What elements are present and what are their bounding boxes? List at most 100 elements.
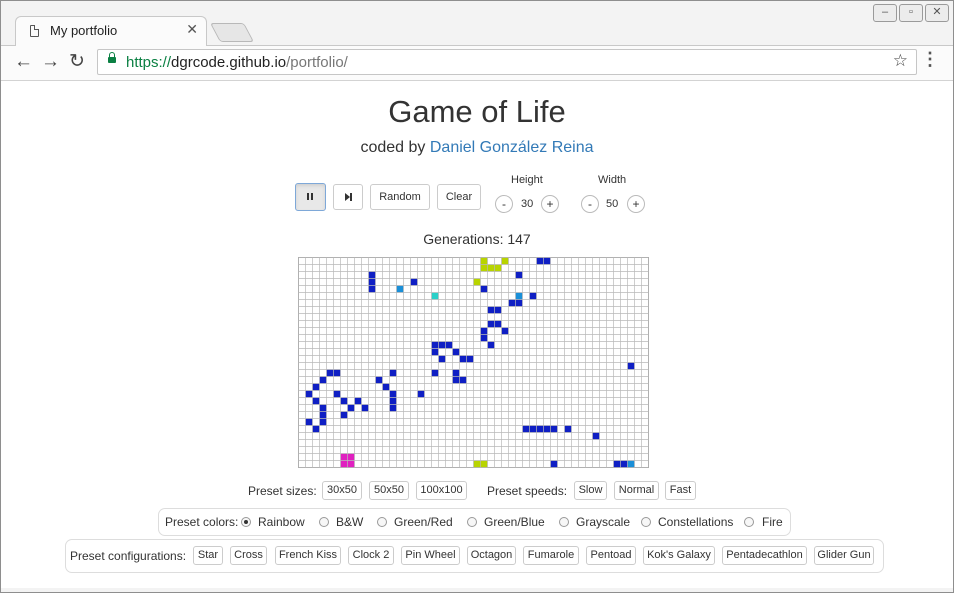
live-cell[interactable] (480, 257, 488, 265)
forward-icon[interactable]: → (41, 51, 60, 73)
new-tab-button[interactable] (209, 23, 255, 42)
color-option-label[interactable]: Green/Red (394, 515, 453, 529)
live-cell[interactable] (466, 355, 474, 363)
browser-tab[interactable]: My portfolio ✕ (15, 16, 207, 46)
live-cell[interactable] (431, 341, 439, 349)
live-cell[interactable] (487, 320, 495, 328)
live-cell[interactable] (389, 369, 397, 377)
live-cell[interactable] (340, 397, 348, 405)
minimize-icon[interactable]: – (873, 4, 897, 22)
color-option-label[interactable]: Constellations (658, 515, 733, 529)
live-cell[interactable] (312, 383, 320, 391)
preset-config-button[interactable]: Cross (230, 546, 267, 565)
live-cell[interactable] (431, 292, 439, 300)
live-cell[interactable] (480, 264, 488, 272)
live-cell[interactable] (501, 257, 509, 265)
width-decrement-button[interactable]: - (581, 195, 599, 213)
maximize-icon[interactable]: ▫ (899, 4, 923, 22)
color-radio[interactable] (467, 517, 477, 527)
live-cell[interactable] (452, 369, 460, 377)
live-cell[interactable] (340, 460, 348, 468)
color-option-label[interactable]: Green/Blue (484, 515, 545, 529)
color-radio[interactable] (744, 517, 754, 527)
color-option-label[interactable]: Fire (762, 515, 783, 529)
live-cell[interactable] (312, 397, 320, 405)
live-cell[interactable] (473, 460, 481, 468)
live-cell[interactable] (396, 285, 404, 293)
live-cell[interactable] (305, 418, 313, 426)
preset-config-button[interactable]: Star (193, 546, 223, 565)
color-radio[interactable] (319, 517, 329, 527)
live-cell[interactable] (564, 425, 572, 433)
live-cell[interactable] (627, 460, 635, 468)
preset-size-button[interactable]: 100x100 (416, 481, 467, 500)
live-cell[interactable] (508, 299, 516, 307)
live-cell[interactable] (319, 404, 327, 412)
color-radio[interactable] (641, 517, 651, 527)
color-option-label[interactable]: B&W (336, 515, 363, 529)
preset-size-button[interactable]: 50x50 (369, 481, 409, 500)
live-cell[interactable] (522, 425, 530, 433)
color-radio[interactable] (241, 517, 251, 527)
random-button[interactable]: Random (370, 184, 430, 210)
live-cell[interactable] (361, 404, 369, 412)
live-cell[interactable] (459, 355, 467, 363)
live-cell[interactable] (550, 460, 558, 468)
live-cell[interactable] (529, 292, 537, 300)
pause-button[interactable] (295, 183, 326, 211)
live-cell[interactable] (543, 257, 551, 265)
live-cell[interactable] (536, 257, 544, 265)
author-link[interactable]: Daniel González Reina (430, 139, 594, 156)
color-option-label[interactable]: Grayscale (576, 515, 630, 529)
star-icon[interactable]: ☆ (893, 51, 908, 71)
preset-speed-button[interactable]: Normal (614, 481, 659, 500)
live-cell[interactable] (438, 355, 446, 363)
live-cell[interactable] (613, 460, 621, 468)
live-cell[interactable] (368, 271, 376, 279)
color-radio[interactable] (559, 517, 569, 527)
live-cell[interactable] (487, 306, 495, 314)
live-cell[interactable] (515, 292, 523, 300)
clear-button[interactable]: Clear (437, 184, 481, 210)
live-cell[interactable] (438, 341, 446, 349)
live-cell[interactable] (494, 320, 502, 328)
live-cell[interactable] (340, 411, 348, 419)
live-cell[interactable] (480, 460, 488, 468)
live-cell[interactable] (473, 278, 481, 286)
live-cell[interactable] (452, 376, 460, 384)
live-cell[interactable] (480, 334, 488, 342)
live-cell[interactable] (480, 327, 488, 335)
live-cell[interactable] (494, 306, 502, 314)
live-cell[interactable] (347, 453, 355, 461)
preset-size-button[interactable]: 30x50 (322, 481, 362, 500)
preset-config-button[interactable]: Pentoad (586, 546, 636, 565)
close-icon[interactable]: ✕ (186, 21, 198, 38)
live-cell[interactable] (431, 369, 439, 377)
live-cell[interactable] (305, 390, 313, 398)
preset-speed-button[interactable]: Fast (665, 481, 696, 500)
live-cell[interactable] (501, 327, 509, 335)
step-button[interactable] (333, 184, 363, 210)
live-cell[interactable] (389, 397, 397, 405)
live-cell[interactable] (536, 425, 544, 433)
live-cell[interactable] (389, 404, 397, 412)
live-cell[interactable] (431, 348, 439, 356)
live-cell[interactable] (445, 341, 453, 349)
live-cell[interactable] (319, 376, 327, 384)
life-grid[interactable] (298, 257, 652, 470)
live-cell[interactable] (368, 285, 376, 293)
live-cell[interactable] (417, 390, 425, 398)
live-cell[interactable] (347, 404, 355, 412)
live-cell[interactable] (459, 376, 467, 384)
color-radio[interactable] (377, 517, 387, 527)
live-cell[interactable] (382, 383, 390, 391)
live-cell[interactable] (340, 453, 348, 461)
live-cell[interactable] (333, 390, 341, 398)
live-cell[interactable] (550, 425, 558, 433)
preset-config-button[interactable]: Kok's Galaxy (643, 546, 715, 565)
back-icon[interactable]: ← (14, 51, 33, 73)
live-cell[interactable] (543, 425, 551, 433)
live-cell[interactable] (487, 264, 495, 272)
live-cell[interactable] (515, 271, 523, 279)
live-cell[interactable] (515, 299, 523, 307)
